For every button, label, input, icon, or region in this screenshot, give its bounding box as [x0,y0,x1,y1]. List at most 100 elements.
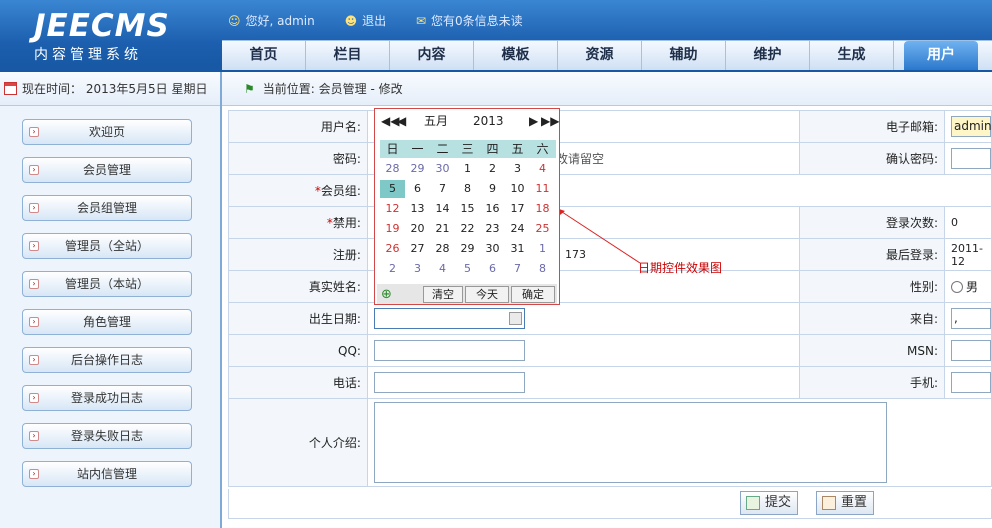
arrow-icon: › [29,127,39,137]
calendar-day[interactable]: 28 [380,160,405,178]
from-input[interactable]: , [951,308,991,329]
sidebar-item-admin-site[interactable]: › 管理员（本站） [22,271,192,297]
nav-assist[interactable]: 辅助 [642,41,726,70]
messages-link[interactable]: ✉ 您有0条信息未读 [416,12,523,29]
calendar-day[interactable]: 17 [505,200,530,218]
nav-user[interactable]: 用户 [904,41,978,70]
calendar-day[interactable]: 3 [405,260,430,278]
breadcrumb-text: 当前位置: 会员管理 - 修改 [262,82,403,96]
phone-input[interactable] [373,372,525,393]
clear-button[interactable]: 清空 [423,286,463,303]
nav-content[interactable]: 内容 [390,41,474,70]
calendar-day[interactable]: 7 [430,180,455,198]
calendar-day[interactable]: 30 [480,240,505,258]
nav-template[interactable]: 模板 [474,41,558,70]
calendar-day[interactable]: 29 [455,240,480,258]
calendar-day[interactable]: 28 [430,240,455,258]
logo: JEECMS 内容管理系统 [0,0,220,72]
logout-link[interactable]: ☻ 退出 [345,12,387,29]
calendar-day[interactable]: 24 [505,220,530,238]
qq-cell [366,334,801,367]
calendar-day[interactable]: 11 [530,180,555,198]
next-year-icon[interactable]: ▶▶ [541,109,559,133]
calendar-day[interactable]: 2 [380,260,405,278]
intro-textarea[interactable] [373,401,887,483]
weekday-label: 日 [386,142,399,156]
callout-label: 日期控件效果图 [638,261,723,275]
calendar-day[interactable]: 6 [405,180,430,198]
calendar-day[interactable]: 8 [455,180,480,198]
submit-button[interactable]: 提交 [740,491,798,515]
reset-button[interactable]: 重置 [816,491,874,515]
calendar-day[interactable]: 6 [480,260,505,278]
from-cell: , [944,302,992,335]
calendar-day[interactable]: 1 [455,160,480,178]
nav-home[interactable]: 首页 [222,41,306,70]
calendar-day[interactable]: 2 [480,160,505,178]
sidebar-item-welcome[interactable]: › 欢迎页 [22,119,192,145]
ok-button[interactable]: 确定 [511,286,555,303]
calendar-day[interactable]: 5 [380,180,405,198]
calendar-day[interactable]: 27 [405,240,430,258]
calendar-day[interactable]: 16 [480,200,505,218]
calendar-year[interactable]: 2013 [473,109,504,133]
sidebar-item-login-fail-log[interactable]: › 登录失败日志 [22,423,192,449]
flag-icon: ⚑ [244,82,255,96]
calendar-day[interactable]: 3 [505,160,530,178]
gender-radio[interactable] [951,281,963,293]
prev-month-icon[interactable]: ◀ [397,109,406,133]
calendar-day[interactable]: 14 [430,200,455,218]
sidebar-item-members[interactable]: › 会员管理 [22,157,192,183]
calendar-day[interactable]: 30 [430,160,455,178]
confirm-password-input[interactable] [951,148,991,169]
register-label: 注册: [228,238,368,271]
qq-label: QQ: [228,334,368,367]
calendar-day[interactable]: 13 [405,200,430,218]
calendar-day[interactable]: 19 [380,220,405,238]
calendar-day[interactable]: 26 [380,240,405,258]
nav-maintain[interactable]: 维护 [726,41,810,70]
nav-channel[interactable]: 栏目 [306,41,390,70]
mobile-input[interactable] [951,372,991,393]
sidebar-item-login-success-log[interactable]: › 登录成功日志 [22,385,192,411]
next-month-icon[interactable]: ▶ [529,109,538,133]
calendar-day[interactable]: 5 [455,260,480,278]
qq-input[interactable] [373,340,525,361]
calendar-day[interactable]: 15 [455,200,480,218]
calendar-day[interactable]: 7 [505,260,530,278]
sidebar-item-admin-global[interactable]: › 管理员（全站） [22,233,192,259]
nav-resource[interactable]: 资源 [558,41,642,70]
calendar-day[interactable]: 31 [505,240,530,258]
calendar-day[interactable]: 29 [405,160,430,178]
logo-subtitle: 内容管理系统 [34,47,142,63]
calendar-day[interactable]: 4 [430,260,455,278]
calendar-day[interactable]: 20 [405,220,430,238]
disabled-label-text: 禁用: [332,216,361,230]
sidebar-item-roles[interactable]: › 角色管理 [22,309,192,335]
sidebar-item-member-groups[interactable]: › 会员组管理 [22,195,192,221]
datepicker-icon[interactable] [508,312,522,325]
sidebar-item-messages[interactable]: › 站内信管理 [22,461,192,487]
calendar-day[interactable]: 10 [505,180,530,198]
calendar-day[interactable]: 1 [530,240,555,258]
calendar-month[interactable]: 五月 [424,109,448,133]
msn-input[interactable] [951,340,991,361]
calendar-day[interactable]: 18 [530,200,555,218]
calendar-day[interactable]: 9 [480,180,505,198]
calendar-day[interactable]: 4 [530,160,555,178]
calendar-day[interactable]: 21 [430,220,455,238]
sidebar-item-ops-log[interactable]: › 后台操作日志 [22,347,192,373]
sidebar-item-label: 登录成功日志 [70,391,143,405]
birthday-input[interactable] [373,308,525,329]
today-button[interactable]: 今天 [465,286,509,303]
time-icon[interactable]: ⊕ [381,287,392,302]
calendar-day[interactable]: 25 [530,220,555,238]
calendar-day[interactable]: 23 [480,220,505,238]
calendar-day[interactable]: 8 [530,260,555,278]
sidebar-item-label: 管理员（全站） [64,239,149,253]
calendar-day[interactable]: 22 [455,220,480,238]
calendar-day[interactable]: 12 [380,200,405,218]
email-input[interactable]: admin [951,116,992,137]
weekday-label: 四 [486,142,499,156]
nav-generate[interactable]: 生成 [810,41,894,70]
